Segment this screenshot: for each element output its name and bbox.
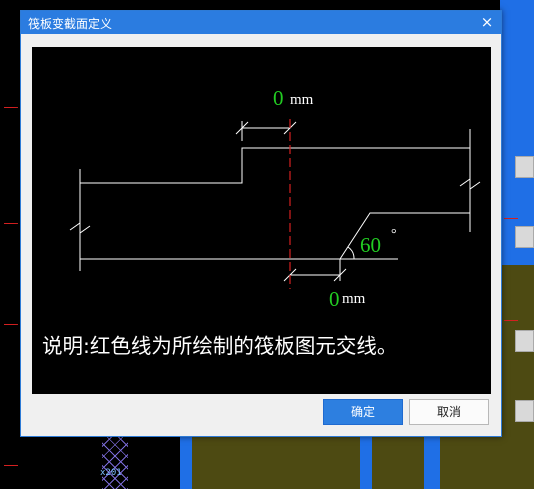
angle-value: 60 xyxy=(360,233,381,257)
diagram-note: 说明:红色线为所绘制的筏板图元交线。 xyxy=(42,334,398,358)
viewport-side-button[interactable] xyxy=(515,330,534,352)
viewport-blue-column xyxy=(180,436,192,489)
bottom-dimension-unit: mm xyxy=(342,291,366,307)
raft-section-dialog: 筏板变截面定义 × 0 mm 0 mm 60 ° 说明:红色线为所绘制的筏板图元… xyxy=(20,10,502,437)
angle-unit: ° xyxy=(391,227,397,242)
viewport-axis-label: x201 xyxy=(100,468,122,478)
bottom-dimension-value: 0 xyxy=(329,287,340,311)
viewport-blue-column xyxy=(424,436,440,489)
viewport-red-mark xyxy=(4,324,18,325)
ok-button[interactable]: 确定 xyxy=(323,399,403,425)
viewport-olive-region-bottom xyxy=(180,436,534,489)
viewport-red-mark xyxy=(504,218,518,219)
section-diagram: 0 mm 0 mm 60 ° 说明:红色线为所绘制的筏板图元交线。 xyxy=(32,47,491,394)
top-dimension-value: 0 xyxy=(273,86,284,110)
angle-arc xyxy=(347,246,355,260)
viewport-side-button[interactable] xyxy=(515,156,534,178)
viewport-red-mark xyxy=(4,465,18,466)
viewport-red-mark xyxy=(4,107,18,108)
left-break-mark xyxy=(69,222,91,234)
viewport-side-button[interactable] xyxy=(515,400,534,422)
viewport-hatch-region xyxy=(102,436,128,489)
cancel-button[interactable]: 取消 xyxy=(409,399,489,425)
viewport-side-button[interactable] xyxy=(515,226,534,248)
dialog-title: 筏板变截面定义 xyxy=(28,17,113,31)
close-button[interactable]: × xyxy=(479,14,495,30)
viewport-red-mark xyxy=(4,223,18,224)
viewport-blue-column xyxy=(360,436,372,489)
viewport-red-mark xyxy=(504,320,518,321)
dialog-titlebar[interactable]: 筏板变截面定义 × xyxy=(21,11,501,34)
right-break-mark xyxy=(459,178,481,190)
slab-top-edge xyxy=(80,147,470,184)
slab-bottom-edge xyxy=(80,212,470,260)
top-dimension-unit: mm xyxy=(290,92,314,108)
